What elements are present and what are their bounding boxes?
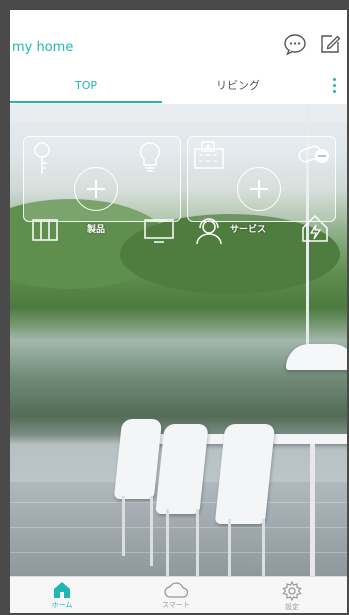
edit-icon[interactable] bbox=[318, 32, 342, 56]
chair bbox=[113, 419, 163, 499]
add-product-button[interactable] bbox=[74, 167, 118, 211]
add-service-button[interactable] bbox=[237, 167, 281, 211]
nav-settings[interactable]: 設定 bbox=[242, 577, 342, 613]
products-label: 製品 bbox=[87, 225, 106, 235]
room-tabs: TOP リビング bbox=[10, 68, 347, 105]
home-title[interactable]: my home bbox=[12, 40, 73, 55]
table-leg bbox=[310, 444, 315, 577]
lightbulb-icon bbox=[139, 142, 161, 172]
key-icon bbox=[34, 142, 50, 174]
support-agent-icon bbox=[196, 218, 222, 245]
nav-home[interactable]: ホーム bbox=[12, 577, 112, 613]
chair bbox=[214, 424, 276, 524]
bottom-navigation: ホーム スマート 設定 bbox=[10, 576, 347, 613]
nav-home-label: ホーム bbox=[51, 601, 73, 609]
more-vertical-icon[interactable] bbox=[333, 78, 337, 96]
home-icon bbox=[54, 582, 70, 598]
window-frame-top bbox=[10, 104, 347, 122]
gear-icon bbox=[282, 581, 302, 601]
pendant-lamp bbox=[286, 344, 347, 370]
app-frame: my home TOP リビング 製品 サービス ホーム スマート 設定 bbox=[0, 0, 349, 615]
services-card[interactable]: サービス bbox=[187, 136, 336, 245]
pill-icon bbox=[298, 145, 329, 163]
app-header: my home bbox=[10, 10, 347, 68]
nav-settings-label: 設定 bbox=[285, 603, 299, 611]
cloud-icon bbox=[164, 582, 188, 598]
nav-smart[interactable]: スマート bbox=[126, 577, 226, 613]
chat-bubble-icon[interactable] bbox=[283, 32, 307, 56]
house-energy-icon bbox=[302, 214, 328, 242]
active-tab-indicator bbox=[10, 101, 162, 103]
hospital-icon bbox=[194, 141, 224, 169]
window-icon bbox=[32, 219, 58, 241]
nav-smart-label: スマート bbox=[162, 601, 190, 609]
products-card[interactable]: 製品 bbox=[23, 136, 181, 243]
tab-top[interactable]: TOP bbox=[10, 68, 162, 104]
tv-icon bbox=[144, 219, 174, 243]
tab-living[interactable]: リビング bbox=[162, 68, 314, 104]
services-label: サービス bbox=[230, 225, 267, 235]
